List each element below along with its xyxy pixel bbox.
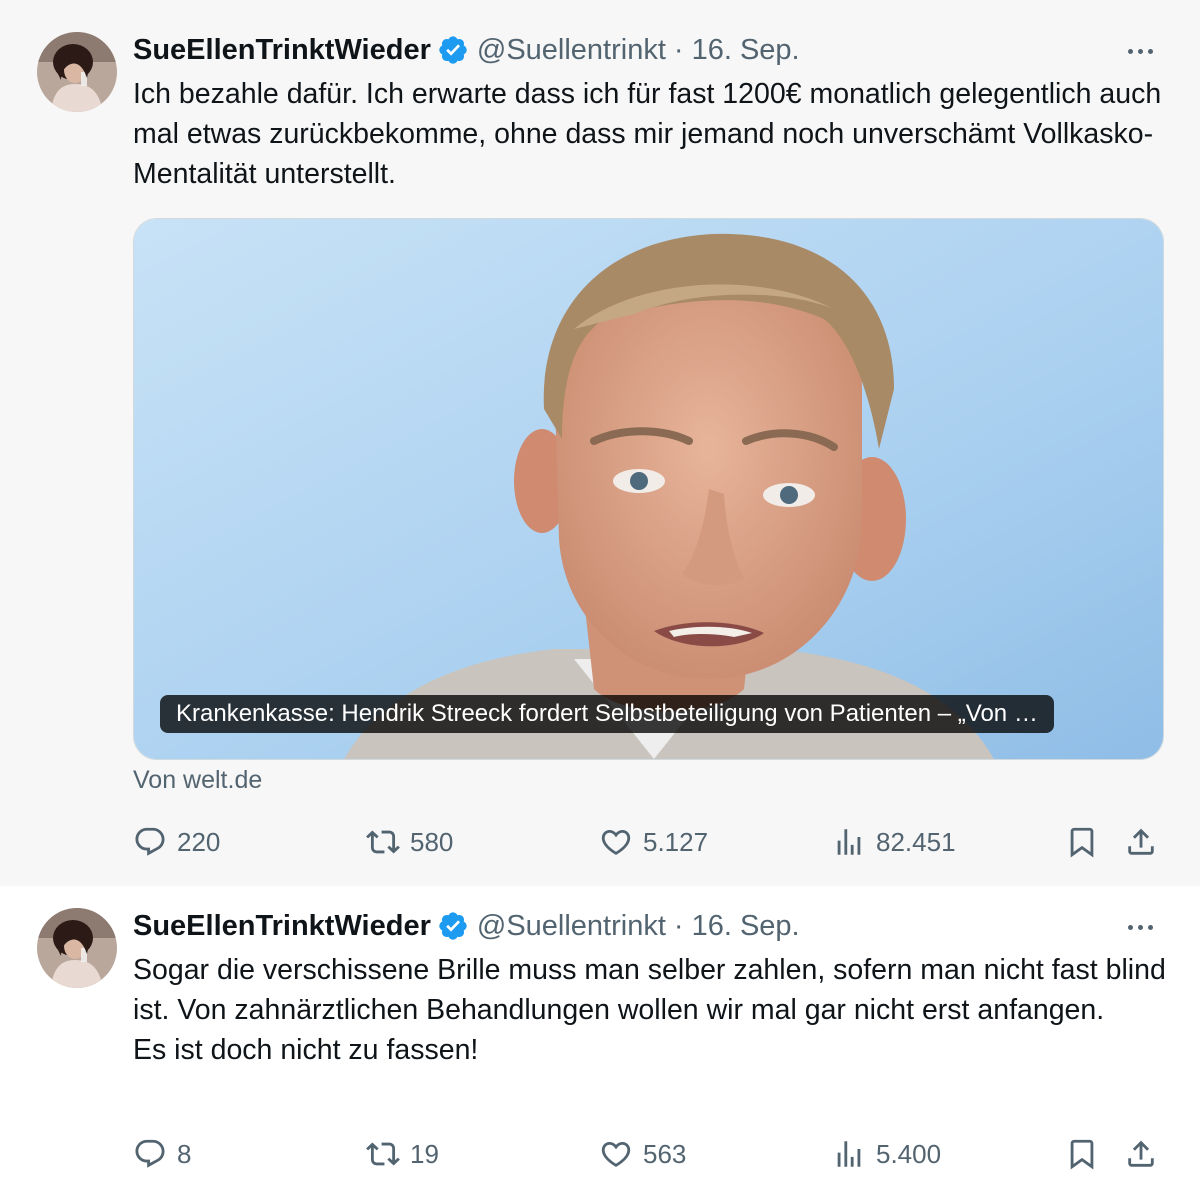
share-icon	[1124, 825, 1158, 859]
reply-icon	[133, 825, 167, 859]
verified-badge-icon	[437, 910, 469, 942]
link-card-image	[134, 219, 1163, 759]
tweet-header: SueEllenTrinktWieder @Suellentrinkt · 16…	[133, 908, 800, 944]
verified-badge-icon	[437, 34, 469, 66]
author-handle[interactable]: @Suellentrinkt	[477, 34, 666, 67]
repost-button[interactable]: 19	[366, 1134, 439, 1174]
like-count: 5.127	[643, 827, 709, 857]
more-icon[interactable]	[1120, 912, 1160, 942]
tweet-actions: 220 580 5.127 82.451	[133, 822, 1163, 862]
like-count: 563	[643, 1139, 687, 1169]
tweet-date[interactable]: 16. Sep.	[692, 34, 800, 67]
tweet-text-paragraph: Sogar die verschissene Brille muss man s…	[133, 954, 1166, 1026]
link-card-source[interactable]: Von welt.de	[133, 766, 262, 795]
repost-icon	[366, 825, 400, 859]
tweet-header: SueEllenTrinktWieder @Suellentrinkt · 16…	[133, 32, 800, 68]
share-button[interactable]	[1124, 822, 1158, 862]
repost-count: 580	[410, 827, 454, 857]
tweet-text-paragraph: Es ist doch nicht zu fassen!	[133, 1034, 479, 1066]
views-count: 5.400	[876, 1139, 942, 1169]
views-icon	[832, 825, 866, 859]
author-name[interactable]: SueEllenTrinktWieder	[133, 34, 431, 67]
reply-count: 8	[177, 1139, 192, 1169]
reply-count: 220	[177, 827, 221, 857]
repost-count: 19	[410, 1139, 439, 1169]
separator-dot: ·	[673, 909, 684, 942]
like-button[interactable]: 563	[599, 1134, 686, 1174]
reply-button[interactable]: 220	[133, 822, 220, 862]
like-icon	[599, 825, 633, 859]
tweet[interactable]: SueEllenTrinktWieder @Suellentrinkt · 16…	[0, 0, 1200, 886]
separator-dot: ·	[673, 33, 684, 66]
views-button[interactable]: 5.400	[832, 1134, 941, 1174]
repost-button[interactable]: 580	[366, 822, 453, 862]
tweet-actions: 8 19 563 5.400	[133, 1134, 1163, 1174]
avatar[interactable]	[37, 32, 117, 112]
author-name[interactable]: SueEllenTrinktWieder	[133, 910, 431, 943]
views-button[interactable]: 82.451	[832, 822, 956, 862]
tweet-text: Ich bezahle dafür. Ich erwarte dass ich …	[133, 74, 1173, 194]
link-card-caption: Krankenkasse: Hendrik Streeck fordert Se…	[160, 695, 1054, 733]
bookmark-button[interactable]	[1065, 1134, 1099, 1174]
like-icon	[599, 1137, 633, 1171]
reply-button[interactable]: 8	[133, 1134, 191, 1174]
tweet-date[interactable]: 16. Sep.	[692, 910, 800, 943]
share-icon	[1124, 1137, 1158, 1171]
repost-icon	[366, 1137, 400, 1171]
views-count: 82.451	[876, 827, 956, 857]
tweet[interactable]: SueEllenTrinktWieder @Suellentrinkt · 16…	[0, 886, 1200, 1200]
reply-icon	[133, 1137, 167, 1171]
more-icon[interactable]	[1120, 36, 1160, 66]
share-button[interactable]	[1124, 1134, 1158, 1174]
tweet-text-paragraph: Ich bezahle dafür. Ich erwarte dass ich …	[133, 78, 1162, 190]
like-button[interactable]: 5.127	[599, 822, 708, 862]
bookmark-icon	[1065, 1137, 1099, 1171]
views-icon	[832, 1137, 866, 1171]
author-handle[interactable]: @Suellentrinkt	[477, 910, 666, 943]
tweet-text: Sogar die verschissene Brille muss man s…	[133, 950, 1173, 1070]
link-card[interactable]: Krankenkasse: Hendrik Streeck fordert Se…	[133, 218, 1164, 760]
bookmark-button[interactable]	[1065, 822, 1099, 862]
avatar[interactable]	[37, 908, 117, 988]
bookmark-icon	[1065, 825, 1099, 859]
